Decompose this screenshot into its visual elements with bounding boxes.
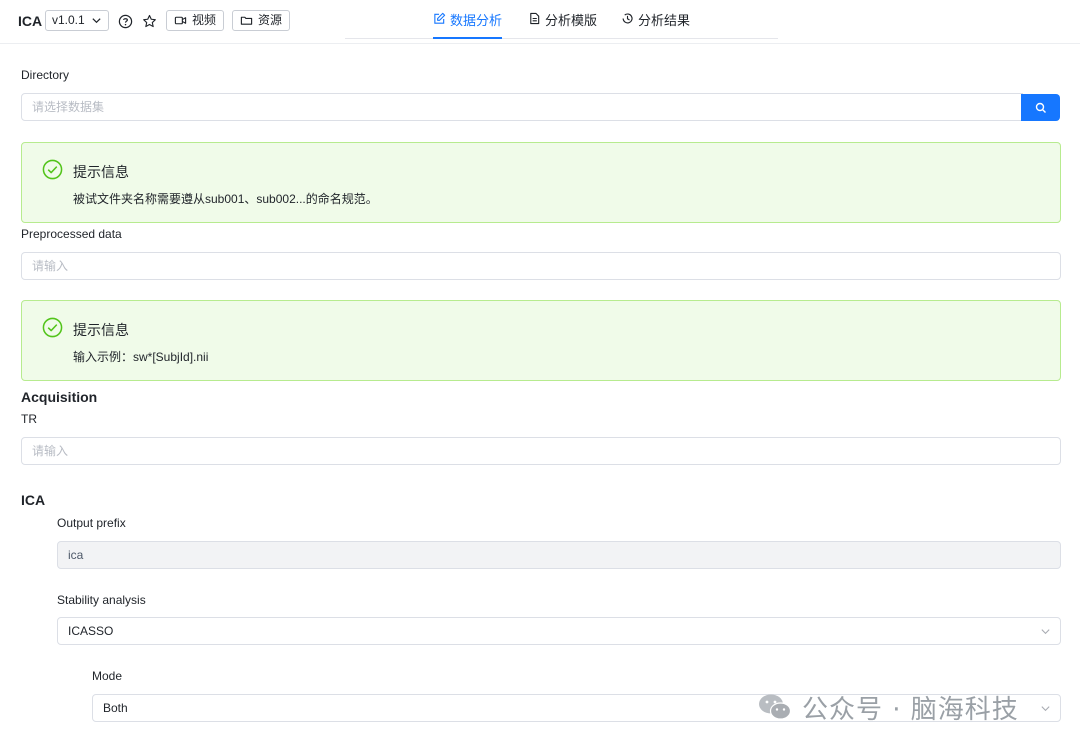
directory-search-button[interactable]	[1021, 94, 1060, 121]
video-icon	[174, 16, 187, 25]
directory-input[interactable]	[21, 93, 1023, 121]
search-icon	[1035, 102, 1046, 113]
output-prefix-input[interactable]	[57, 541, 1061, 569]
alert-title: 提示信息	[73, 164, 129, 180]
video-button-label: 视频	[192, 13, 217, 27]
main-tabs: 数据分析 分析模版 分析结果	[345, 0, 778, 39]
wechat-watermark: 公众号 · 脑海科技	[756, 690, 1019, 725]
tab-label: 数据分析	[450, 13, 503, 28]
app-header: ICA v1.0.1 视频 资源 数据分析 分析模版 分析结果	[0, 0, 1080, 44]
tr-label: TR	[21, 412, 37, 426]
stability-analysis-label: Stability analysis	[57, 593, 146, 607]
file-icon	[530, 12, 540, 25]
check-circle-icon	[42, 159, 63, 180]
tr-input[interactable]	[21, 437, 1061, 465]
tab-label: 分析模版	[545, 13, 598, 28]
chevron-down-icon	[92, 18, 101, 24]
help-icon[interactable]	[117, 13, 133, 29]
alert-description: 输入示例：sw*[SubjId].nii	[73, 350, 209, 364]
output-prefix-label: Output prefix	[57, 516, 126, 530]
mode-label: Mode	[92, 669, 123, 683]
chevron-down-icon	[1041, 629, 1050, 635]
history-icon	[622, 13, 633, 24]
alert-description: 被试文件夹名称需要遵从sub001、sub002...的命名规范。	[73, 192, 378, 206]
watermark-text: 公众号 · 脑海科技	[802, 694, 1019, 725]
preprocessed-info-alert: 提示信息 输入示例：sw*[SubjId].nii	[21, 300, 1061, 381]
preprocessed-data-input[interactable]	[21, 252, 1061, 280]
wechat-logo-icon	[759, 694, 792, 720]
version-value: v1.0.1	[52, 13, 85, 27]
stability-analysis-select[interactable]: ICASSO	[57, 617, 1061, 645]
tab-label: 分析结果	[638, 13, 691, 28]
app-title: ICA	[18, 13, 43, 29]
tab-analysis-results[interactable]: 分析结果	[621, 10, 690, 39]
version-select[interactable]: v1.0.1	[45, 10, 109, 31]
select-value: Both	[103, 701, 128, 715]
directory-info-alert: 提示信息 被试文件夹名称需要遵从sub001、sub002...的命名规范。	[21, 142, 1061, 223]
video-button[interactable]: 视频	[166, 10, 225, 31]
select-value: ICASSO	[68, 624, 114, 638]
ica-section-title: ICA	[21, 492, 46, 508]
star-icon[interactable]	[141, 13, 157, 29]
folder-icon	[240, 16, 253, 25]
acquisition-section-title: Acquisition	[21, 389, 98, 405]
tab-data-analysis[interactable]: 数据分析	[433, 10, 503, 39]
tab-analysis-template[interactable]: 分析模版	[528, 10, 597, 39]
preprocessed-data-label: Preprocessed data	[21, 227, 122, 241]
directory-label: Directory	[21, 68, 70, 82]
resources-button[interactable]: 资源	[232, 10, 291, 31]
resources-button-label: 资源	[258, 13, 283, 27]
alert-title: 提示信息	[73, 322, 129, 338]
edit-icon	[434, 12, 446, 24]
check-circle-icon	[42, 317, 63, 338]
chevron-down-icon	[1041, 706, 1050, 712]
